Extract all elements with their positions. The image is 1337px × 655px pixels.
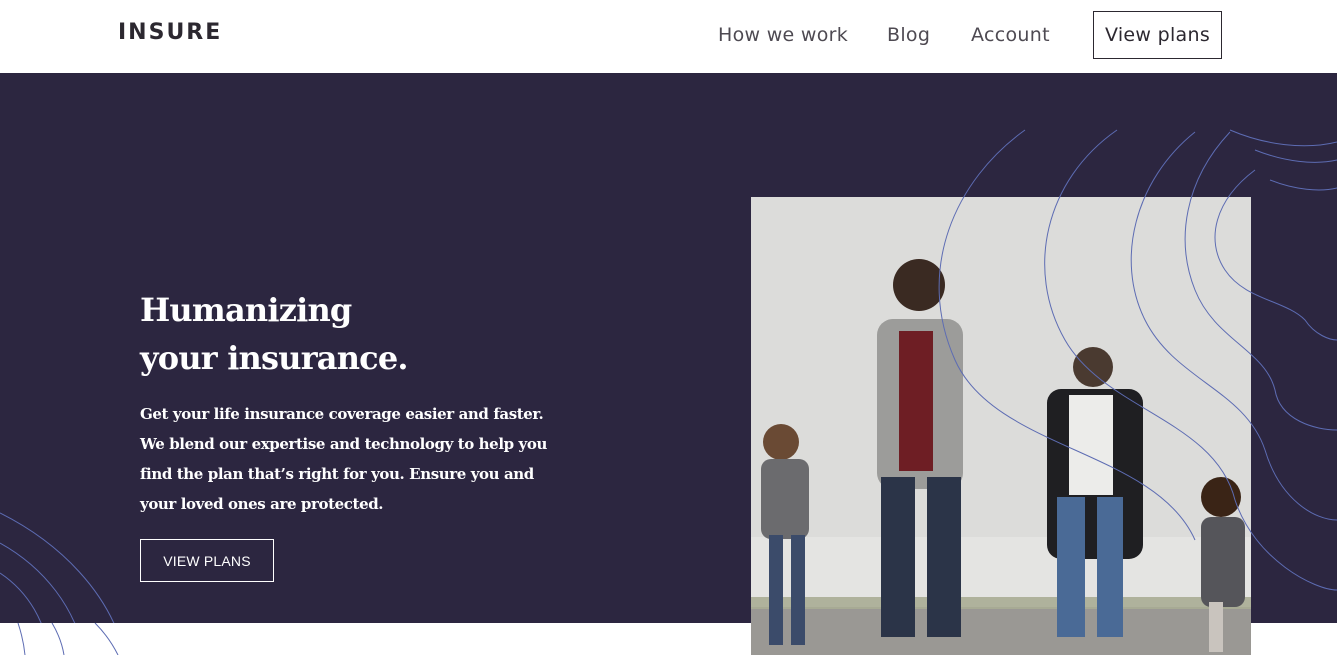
hero-title-line-1: Humanizing [140,291,352,329]
hero-title-line-2: your insurance. [140,339,409,377]
nav-blog[interactable]: Blog [887,22,930,48]
view-plans-hero-button[interactable]: VIEW PLANS [140,539,274,582]
nav-how-we-work[interactable]: How we work [718,22,848,48]
family-photo [751,197,1251,655]
hero-description: Get your life insurance coverage easier … [140,405,547,513]
family-illustration [751,197,1251,655]
site-header: INSURE How we work Blog Account View pla… [0,0,1337,73]
logo[interactable]: INSURE [118,20,222,46]
lower-left-pattern [17,623,119,655]
hero-title: Humanizing your insurance. [140,286,560,382]
view-plans-header-button[interactable]: View plans [1093,11,1222,59]
nav-account[interactable]: Account [971,22,1050,48]
